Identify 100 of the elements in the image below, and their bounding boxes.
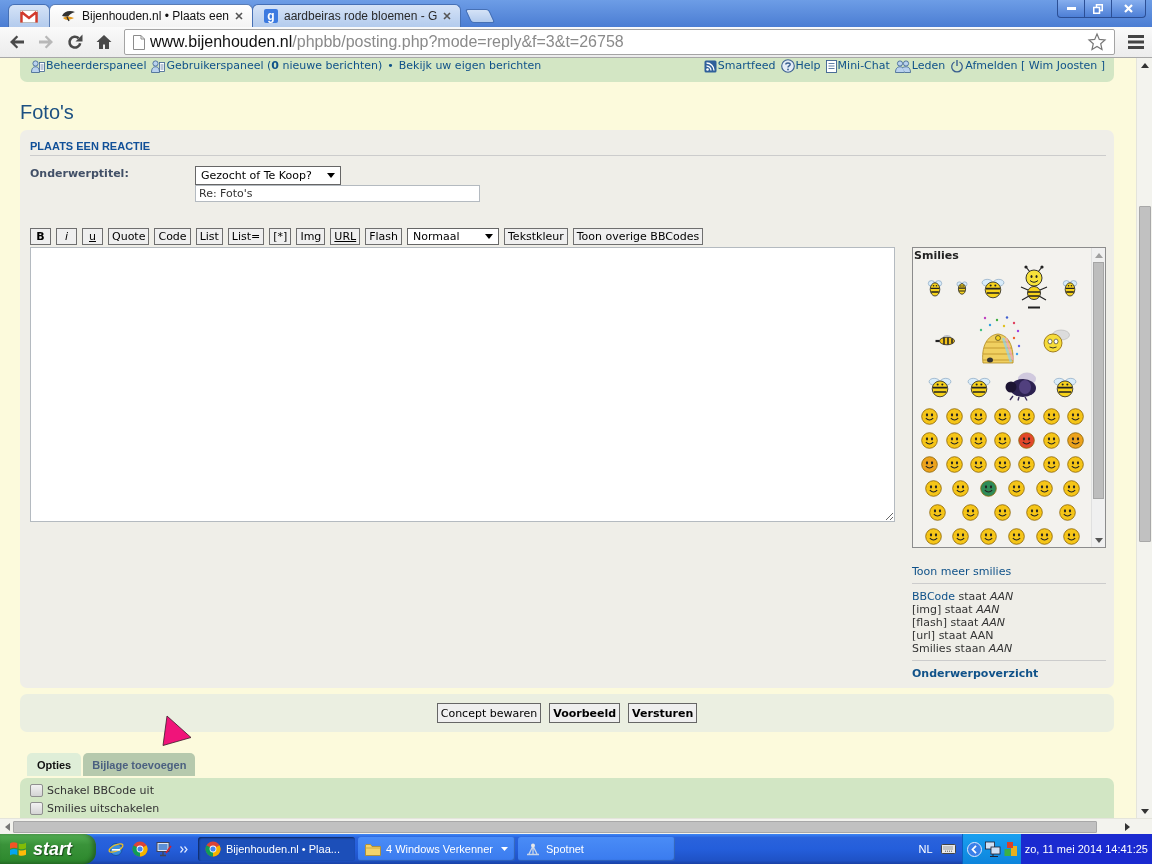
- submit-button[interactable]: Versturen: [628, 703, 698, 723]
- smiley-icon[interactable]: [1035, 528, 1053, 545]
- nav-link[interactable]: Smartfeed: [703, 59, 776, 73]
- smiley-icon[interactable]: [1058, 504, 1076, 521]
- toolbar-button[interactable]: i: [56, 228, 77, 245]
- toolbar-button[interactable]: Tekstkleur: [504, 228, 568, 245]
- bee-icon[interactable]: [1019, 265, 1050, 309]
- smiley-icon[interactable]: [1042, 456, 1060, 473]
- smiley-icon[interactable]: [1007, 528, 1025, 545]
- nav-link[interactable]: Bekijk uw eigen berichten: [398, 59, 542, 73]
- bee-icon[interactable]: [1062, 277, 1079, 297]
- smiley-icon[interactable]: [1063, 528, 1081, 545]
- smiley-icon[interactable]: [929, 504, 947, 521]
- computer-icon[interactable]: [156, 841, 172, 857]
- topic-review-link[interactable]: Onderwerpoverzicht: [912, 667, 1039, 681]
- prefix-select[interactable]: Gezocht of Te Koop?: [195, 166, 341, 185]
- close-icon[interactable]: [443, 12, 452, 20]
- smiley-icon[interactable]: [945, 456, 963, 473]
- toolbar-button[interactable]: Code: [154, 228, 191, 245]
- smiley-icon[interactable]: [921, 456, 939, 473]
- browser-tab[interactable]: [8, 4, 50, 27]
- toolbar-button[interactable]: u: [82, 228, 103, 245]
- scrollbar-thumb[interactable]: [1138, 206, 1151, 542]
- nav-link[interactable]: Mini-Chat: [825, 59, 890, 73]
- nav-link[interactable]: Gebruikerspaneel (0 nieuwe berichten): [151, 59, 383, 73]
- scrollbar-thumb[interactable]: [13, 820, 1097, 833]
- smiley-icon[interactable]: [980, 528, 998, 545]
- toolbar-button[interactable]: [*]: [269, 228, 292, 245]
- options-tab[interactable]: Bijlage toevoegen: [83, 753, 196, 776]
- smiley-icon[interactable]: [1007, 480, 1025, 497]
- menu-icon[interactable]: [1128, 35, 1144, 49]
- smiley-icon[interactable]: [1066, 408, 1084, 425]
- smiley-icon[interactable]: [952, 480, 970, 497]
- browser-icon[interactable]: [132, 841, 148, 857]
- scrollbar[interactable]: [1091, 248, 1105, 547]
- taskbar-button[interactable]: 4 Windows Verkenner: [358, 837, 515, 861]
- taskbar-button[interactable]: Spotnet: [518, 837, 675, 861]
- smiley-icon[interactable]: [1018, 408, 1036, 425]
- options-tab[interactable]: Opties: [27, 753, 82, 776]
- close-icon[interactable]: [235, 12, 243, 20]
- language-indicator[interactable]: NL: [918, 843, 933, 855]
- bee-icon[interactable]: [955, 279, 968, 295]
- smiley-icon[interactable]: [1042, 408, 1060, 425]
- scroll-right-icon[interactable]: [1125, 822, 1130, 831]
- toolbar-button[interactable]: Img: [296, 228, 326, 245]
- smiley-icon[interactable]: [994, 456, 1011, 473]
- scroll-up-icon[interactable]: [1140, 63, 1149, 68]
- smiley-icon[interactable]: [961, 504, 979, 521]
- save-draft-button[interactable]: Concept bewaren: [436, 703, 542, 723]
- smiley-icon[interactable]: [969, 432, 987, 449]
- scroll-left-icon[interactable]: [5, 822, 10, 831]
- minimize-button[interactable]: [1057, 0, 1085, 18]
- bumblebee-icon[interactable]: [1005, 371, 1039, 401]
- bbcode-link[interactable]: BBCode: [912, 590, 956, 603]
- message-field[interactable]: [30, 247, 895, 522]
- start-button[interactable]: start: [0, 834, 96, 864]
- toolbar-button[interactable]: URL: [330, 228, 361, 245]
- taskbar-button[interactable]: Bijenhouden.nl • Plaa...: [198, 837, 355, 861]
- smiley-icon[interactable]: [1066, 432, 1084, 449]
- smiley-icon[interactable]: [924, 480, 942, 497]
- subject-field[interactable]: Re: Foto's: [195, 185, 480, 202]
- toolbar-button[interactable]: Toon overige BBCodes: [572, 228, 704, 245]
- scrollbar[interactable]: [1136, 58, 1152, 818]
- star-icon[interactable]: [1088, 33, 1106, 51]
- smiley-icon[interactable]: [1026, 504, 1044, 521]
- scrollbar-thumb[interactable]: [1093, 262, 1104, 499]
- nav-link[interactable]: Afmelden [ Wim Joosten ]: [950, 59, 1105, 73]
- smiley-icon[interactable]: [994, 432, 1011, 449]
- toolbar-button[interactable]: List: [195, 228, 223, 245]
- smiley-icon[interactable]: [921, 408, 939, 425]
- bee-icon[interactable]: [926, 277, 943, 297]
- more-smilies-link[interactable]: Toon meer smilies: [912, 565, 1012, 579]
- font-size-select[interactable]: Normaal: [407, 228, 499, 245]
- chevron-icon[interactable]: [180, 845, 188, 853]
- address-field[interactable]: www.bijenhouden.nl/phpbb/posting.php?mode=reply&f=3&t=26758: [124, 29, 1115, 55]
- nav-link[interactable]: Help: [780, 59, 821, 73]
- scroll-down-icon[interactable]: [1140, 809, 1149, 814]
- home-icon[interactable]: [96, 34, 112, 50]
- smiley-icon[interactable]: [969, 408, 987, 425]
- smiley-icon[interactable]: [1063, 480, 1081, 497]
- toolbar-button[interactable]: B: [30, 228, 51, 245]
- globe-icon[interactable]: [108, 841, 124, 857]
- smiley-icon[interactable]: [921, 432, 939, 449]
- bee-icon[interactable]: [935, 335, 956, 345]
- smiley-icon[interactable]: [1066, 456, 1084, 473]
- chevron-left-icon[interactable]: [966, 841, 982, 857]
- winged-smiley-icon[interactable]: [1041, 327, 1070, 353]
- smiley-icon[interactable]: [952, 528, 970, 545]
- reload-icon[interactable]: [67, 34, 83, 50]
- close-button[interactable]: [1111, 0, 1146, 18]
- smiley-icon[interactable]: [924, 528, 942, 545]
- scroll-down-icon[interactable]: [1094, 538, 1103, 543]
- checkbox[interactable]: [30, 783, 43, 797]
- checkbox[interactable]: [30, 801, 43, 815]
- restore-button[interactable]: [1084, 0, 1112, 18]
- browser-icon[interactable]: [205, 841, 221, 857]
- smiley-icon[interactable]: [994, 408, 1011, 425]
- toolbar-button[interactable]: Quote: [108, 228, 150, 245]
- smiley-icon[interactable]: [1042, 432, 1060, 449]
- toolbar-button[interactable]: Flash: [365, 228, 402, 245]
